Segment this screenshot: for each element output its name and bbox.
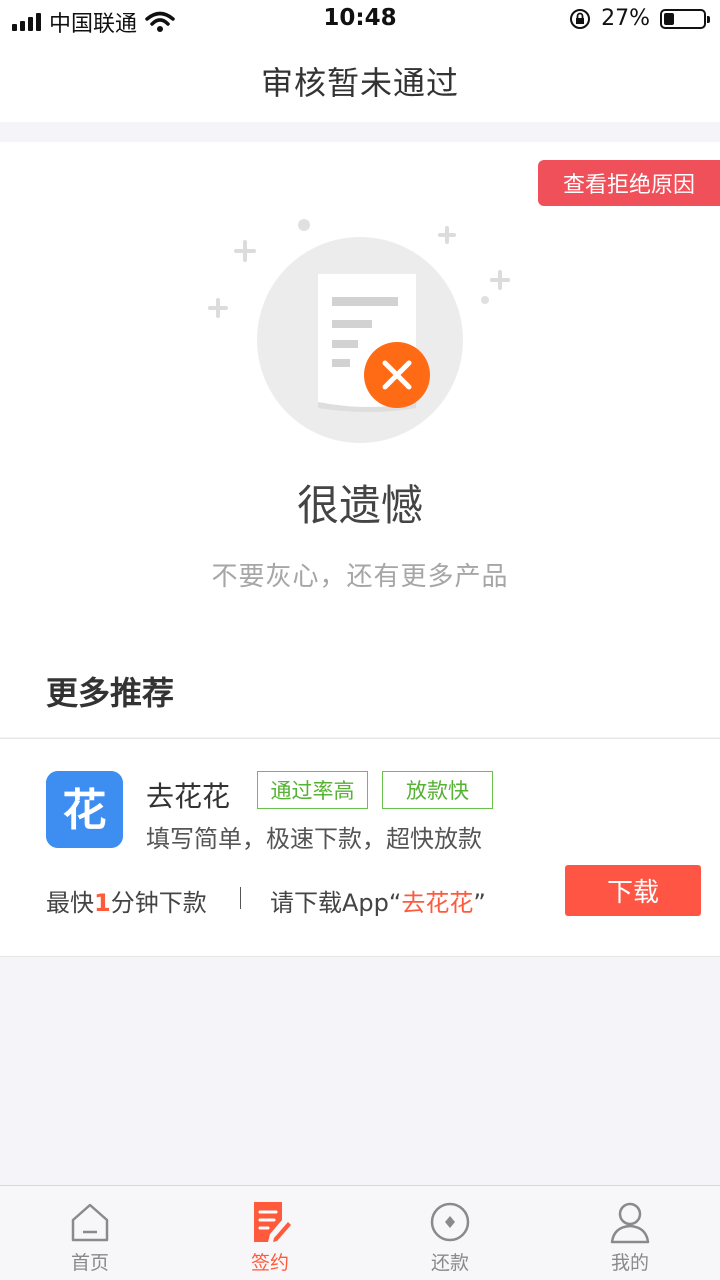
tab-repay[interactable]: 还款 (360, 1186, 540, 1280)
tag-pass-rate: 通过率高 (257, 771, 368, 809)
loan-speed-prefix: 最快 (46, 889, 94, 917)
tab-contract-label: 签约 (250, 1252, 289, 1274)
app-logo-icon: 花 (46, 771, 123, 848)
tab-home[interactable]: 首页 (0, 1186, 180, 1280)
rotation-lock-icon (570, 8, 591, 29)
battery-percent: 27% (601, 6, 650, 31)
view-reject-reason-button[interactable]: 查看拒绝原因 (538, 160, 720, 206)
contract-icon (254, 1202, 291, 1242)
user-icon (610, 1202, 650, 1244)
rejected-document-illustration (208, 219, 510, 443)
recommend-card[interactable]: 花 去花花 通过率高 放款快 填写简单，极速下款，超快放款 最快1分钟下款 请下… (0, 738, 720, 957)
page-title: 审核暂未通过 (260, 64, 459, 102)
loan-speed-suffix: 分钟下款 (110, 889, 207, 917)
home-icon (71, 1203, 109, 1242)
tag-fast-loan: 放款快 (382, 771, 493, 809)
app-logo-text: 花 (63, 785, 107, 836)
tab-home-label: 首页 (70, 1252, 109, 1274)
status-right: 27% (569, 6, 710, 31)
download-button[interactable]: 下载 (565, 865, 701, 916)
recommend-section-title: 更多推荐 (46, 674, 175, 712)
status-bar: 中国联通 10:48 27% (0, 0, 720, 40)
app-description: 填写简单，极速下款，超快放款 (146, 825, 482, 853)
nav-bar: 审核暂未通过 (0, 40, 720, 122)
tab-contract[interactable]: 签约 (180, 1186, 360, 1280)
result-panel: 查看拒绝原因 很遗憾 不要灰心，还有更多产品 更多推荐 (0, 142, 720, 737)
download-hint-suffix: ” (473, 889, 486, 917)
download-hint-app: 去花花 (401, 889, 474, 917)
app-name: 去花花 (146, 780, 231, 813)
result-subtext: 不要灰心，还有更多产品 (211, 562, 509, 592)
tab-mine[interactable]: 我的 (540, 1186, 720, 1280)
download-hint-text: 请下载App“去花花” (270, 883, 486, 918)
meta-divider (240, 887, 241, 909)
result-headline: 很遗憾 (296, 481, 423, 530)
loan-speed-text: 最快1分钟下款 (46, 883, 207, 918)
tab-bar: 首页 签约 还款 我的 (0, 1185, 720, 1280)
tab-repay-label: 还款 (430, 1252, 469, 1274)
repay-icon (430, 1202, 470, 1242)
battery-icon (660, 8, 710, 29)
download-hint-prefix: 请下载App“ (270, 889, 402, 917)
tab-mine-label: 我的 (610, 1252, 649, 1274)
loan-speed-number: 1 (94, 889, 111, 917)
